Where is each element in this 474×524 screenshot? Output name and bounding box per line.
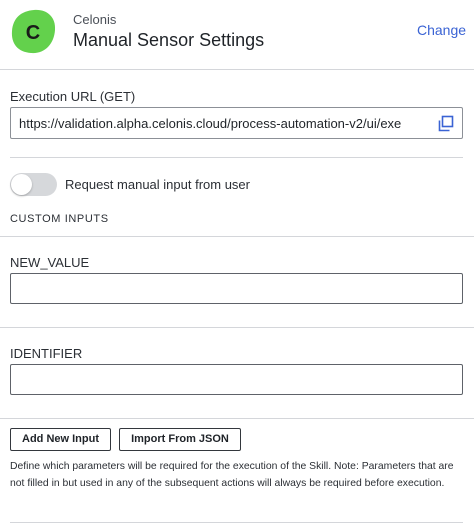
new-value-input[interactable]	[10, 273, 463, 304]
app-header: C Celonis Manual Sensor Settings Change	[0, 0, 474, 68]
brand-name: Celonis	[73, 12, 117, 27]
input-label-identifier: IDENTIFIER	[10, 346, 83, 361]
actions-divider	[0, 418, 474, 419]
identifier-input[interactable]	[10, 364, 463, 395]
manual-input-toggle[interactable]	[10, 173, 57, 196]
custom-inputs-heading: CUSTOM INPUTS	[10, 213, 109, 225]
page-title: Manual Sensor Settings	[73, 30, 265, 50]
help-text: Define which parameters will be required…	[10, 461, 454, 489]
import-from-json-button[interactable]: Import From JSON	[119, 428, 241, 451]
execution-url-label: Execution URL (GET)	[10, 89, 136, 104]
input-label-new-value: NEW_VALUE	[10, 255, 90, 270]
header-divider	[0, 69, 474, 70]
section-divider	[10, 157, 463, 158]
copy-icon[interactable]	[436, 114, 456, 134]
celonis-logo: C	[10, 8, 57, 55]
input-divider	[0, 327, 474, 328]
toggle-knob	[11, 174, 32, 195]
change-link[interactable]: Change	[417, 22, 466, 38]
add-new-input-button[interactable]: Add New Input	[10, 428, 111, 451]
custom-inputs-divider	[0, 236, 474, 237]
execution-url-value[interactable]: https://validation.alpha.celonis.cloud/p…	[19, 116, 431, 132]
footer-divider	[10, 522, 463, 523]
manual-input-label: Request manual input from user	[65, 177, 250, 192]
logo-letter: C	[26, 22, 40, 44]
execution-url-field[interactable]: https://validation.alpha.celonis.cloud/p…	[10, 107, 463, 139]
